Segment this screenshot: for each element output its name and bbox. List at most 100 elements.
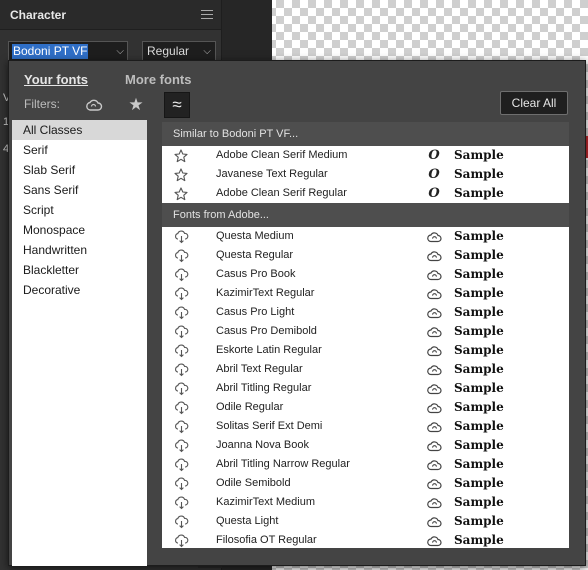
similar-icon[interactable]: ≈ xyxy=(164,92,190,118)
font-list-item[interactable]: Questa Medium Sample xyxy=(162,227,569,246)
font-list-item[interactable]: Filosofia OT Regular Sample xyxy=(162,531,569,548)
chevron-down-icon[interactable]: ⌵ xyxy=(203,46,211,57)
font-list-item[interactable]: Joanna Nova Book Sample xyxy=(162,436,569,455)
cloud-download-icon[interactable] xyxy=(173,305,189,320)
tab-more-fonts[interactable]: More fonts xyxy=(125,72,191,87)
creative-cloud-icon xyxy=(426,343,442,358)
font-name: Odile Semibold xyxy=(216,477,291,489)
cloud-download-icon[interactable] xyxy=(173,438,189,453)
cloud-download-icon[interactable] xyxy=(173,229,189,244)
cloud-download-icon[interactable] xyxy=(173,286,189,301)
creative-cloud-icon xyxy=(426,495,442,510)
class-item[interactable]: Blackletter xyxy=(12,260,147,280)
cloud-download-icon[interactable] xyxy=(173,400,189,415)
cloud-download-icon[interactable] xyxy=(173,514,189,529)
opentype-icon: O xyxy=(428,148,440,163)
class-item[interactable]: Sans Serif xyxy=(12,180,147,200)
cloud-download-icon[interactable] xyxy=(173,495,189,510)
class-item[interactable]: All Classes xyxy=(12,120,147,140)
font-sample: Sample xyxy=(454,186,504,200)
star-icon[interactable]: ★ xyxy=(123,92,149,118)
font-list-item[interactable]: Abril Titling Regular Sample xyxy=(162,379,569,398)
adobe-fonts-group: Questa Medium Sample Questa Regular Sample C… xyxy=(162,227,569,548)
font-list-item[interactable]: Javanese Text Regular O Sample xyxy=(162,165,569,184)
class-item[interactable]: Slab Serif xyxy=(12,160,147,180)
star-icon[interactable] xyxy=(173,148,189,163)
font-list-item[interactable]: Questa Light Sample xyxy=(162,512,569,531)
font-selector-row: Bodoni PT VF ⌵ Regular ⌵ xyxy=(8,41,216,61)
clear-all-button[interactable]: Clear All xyxy=(500,91,568,115)
font-sample: Sample xyxy=(454,457,504,471)
chevron-down-icon[interactable]: ⌵ xyxy=(116,46,124,57)
font-sample: Sample xyxy=(454,343,504,357)
font-style-value: Regular xyxy=(147,44,190,58)
creative-cloud-icon xyxy=(426,324,442,339)
font-list-item[interactable]: KazimirText Medium Sample xyxy=(162,493,569,512)
class-item[interactable]: Monospace xyxy=(12,220,147,240)
font-list-item[interactable]: KazimirText Regular Sample xyxy=(162,284,569,303)
creative-cloud-icon xyxy=(426,267,442,282)
cloud-download-icon[interactable] xyxy=(173,324,189,339)
cloud-download-icon[interactable] xyxy=(173,362,189,377)
character-panel-title[interactable]: Character xyxy=(10,8,66,22)
font-list-item[interactable]: Casus Pro Demibold Sample xyxy=(162,322,569,341)
font-list-item[interactable]: Abril Titling Narrow Regular Sample xyxy=(162,455,569,474)
font-name: Abril Text Regular xyxy=(216,363,303,375)
font-list: Similar to Bodoni PT VF... Adobe Clean S… xyxy=(162,122,569,548)
font-list-item[interactable]: Odile Semibold Sample xyxy=(162,474,569,493)
font-list-item[interactable]: Casus Pro Light Sample xyxy=(162,303,569,322)
font-list-item[interactable]: Questa Regular Sample xyxy=(162,246,569,265)
class-item[interactable]: Serif xyxy=(12,140,147,160)
font-sample: Sample xyxy=(454,229,504,243)
creative-cloud-icon xyxy=(426,457,442,472)
creative-cloud-icon xyxy=(426,305,442,320)
creative-cloud-icon xyxy=(426,400,442,415)
font-list-item[interactable]: Adobe Clean Serif Regular O Sample xyxy=(162,184,569,203)
font-name: Odile Regular xyxy=(216,401,284,413)
cloud-download-icon[interactable] xyxy=(173,533,189,548)
tab-your-fonts[interactable]: Your fonts xyxy=(24,72,88,87)
cloud-download-icon[interactable] xyxy=(173,457,189,472)
cloud-download-icon[interactable] xyxy=(173,248,189,263)
font-name: Abril Titling Narrow Regular xyxy=(216,458,350,470)
font-name: Eskorte Latin Regular xyxy=(216,344,322,356)
font-style-dropdown[interactable]: Regular ⌵ xyxy=(142,41,216,61)
adobe-section-header: Fonts from Adobe... xyxy=(162,203,569,227)
star-icon[interactable] xyxy=(173,186,189,201)
font-list-item[interactable]: Adobe Clean Serif Medium O Sample xyxy=(162,146,569,165)
creative-cloud-icon xyxy=(426,286,442,301)
font-name: Questa Medium xyxy=(216,230,294,242)
class-item[interactable]: Script xyxy=(12,200,147,220)
star-icon[interactable] xyxy=(173,167,189,182)
creative-cloud-icon xyxy=(426,248,442,263)
cloud-download-icon[interactable] xyxy=(173,267,189,282)
creative-cloud-icon xyxy=(426,362,442,377)
font-list-item[interactable]: Odile Regular Sample xyxy=(162,398,569,417)
font-sample: Sample xyxy=(454,381,504,395)
font-sample: Sample xyxy=(454,438,504,452)
filters-label: Filters: xyxy=(24,97,60,111)
opentype-icon: O xyxy=(428,186,440,201)
font-family-value[interactable]: Bodoni PT VF xyxy=(12,43,89,59)
cloud-download-icon[interactable] xyxy=(173,381,189,396)
font-sample: Sample xyxy=(454,167,504,181)
class-item[interactable]: Handwritten xyxy=(12,240,147,260)
cloud-download-icon[interactable] xyxy=(173,343,189,358)
cloud-download-icon[interactable] xyxy=(173,419,189,434)
creative-cloud-icon xyxy=(426,476,442,491)
creative-cloud-icon[interactable] xyxy=(81,92,107,118)
font-list-item[interactable]: Solitas Serif Ext Demi Sample xyxy=(162,417,569,436)
panel-menu-icon[interactable] xyxy=(201,10,213,19)
font-family-field[interactable]: Bodoni PT VF ⌵ xyxy=(8,41,128,61)
cloud-download-icon[interactable] xyxy=(173,476,189,491)
font-name: Casus Pro Light xyxy=(216,306,295,318)
similar-fonts-group: Adobe Clean Serif Medium O Sample Javanese … xyxy=(162,146,569,203)
creative-cloud-icon xyxy=(426,533,442,548)
class-item[interactable]: Decorative xyxy=(12,280,147,300)
font-list-item[interactable]: Abril Text Regular Sample xyxy=(162,360,569,379)
font-sample: Sample xyxy=(454,148,504,162)
font-list-item[interactable]: Eskorte Latin Regular Sample xyxy=(162,341,569,360)
character-panel-header: Character xyxy=(0,0,221,30)
font-name: Adobe Clean Serif Regular xyxy=(216,187,347,199)
font-list-item[interactable]: Casus Pro Book Sample xyxy=(162,265,569,284)
